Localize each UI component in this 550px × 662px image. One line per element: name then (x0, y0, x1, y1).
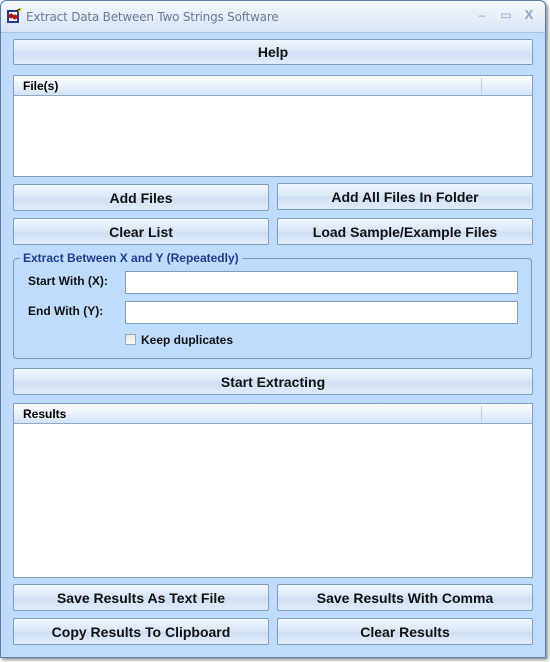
window-title: Extract Data Between Two Strings Softwar… (26, 10, 279, 24)
add-files-button[interactable]: Add Files (13, 184, 269, 211)
clear-results-button[interactable]: Clear Results (277, 618, 533, 645)
save-text-file-button[interactable]: Save Results As Text File (13, 584, 269, 611)
files-list-header: File(s) (14, 76, 532, 96)
minimize-button[interactable]: – (473, 7, 491, 23)
end-with-input[interactable] (125, 301, 518, 324)
results-list[interactable]: Results (13, 403, 533, 578)
keep-duplicates-checkbox[interactable] (125, 334, 136, 345)
add-folder-button[interactable]: Add All Files In Folder (277, 183, 533, 210)
start-with-label: Start With (X): (28, 274, 108, 288)
clear-list-button[interactable]: Clear List (13, 218, 269, 245)
end-with-label: End With (Y): (28, 304, 104, 318)
results-column-header[interactable]: Results (23, 407, 66, 421)
results-list-header: Results (14, 404, 532, 424)
help-button[interactable]: Help (13, 39, 533, 65)
title-bar[interactable]: Extract Data Between Two Strings Softwar… (1, 1, 545, 33)
save-with-comma-button[interactable]: Save Results With Comma (277, 584, 533, 611)
keep-duplicates-label[interactable]: Keep duplicates (141, 333, 233, 347)
load-sample-button[interactable]: Load Sample/Example Files (277, 218, 533, 245)
maximize-button[interactable]: ▭ (497, 7, 515, 23)
extract-group-title: Extract Between X and Y (Repeatedly) (20, 251, 242, 265)
column-separator[interactable] (481, 406, 482, 421)
start-extracting-button[interactable]: Start Extracting (13, 368, 533, 395)
start-with-input[interactable] (125, 271, 518, 294)
copy-to-clipboard-button[interactable]: Copy Results To Clipboard (13, 618, 269, 645)
app-icon (7, 8, 22, 23)
column-separator[interactable] (481, 78, 482, 93)
files-column-header[interactable]: File(s) (23, 79, 58, 93)
files-list[interactable]: File(s) (13, 75, 533, 177)
app-window: Extract Data Between Two Strings Softwar… (0, 0, 546, 658)
close-button[interactable]: X (520, 7, 538, 23)
